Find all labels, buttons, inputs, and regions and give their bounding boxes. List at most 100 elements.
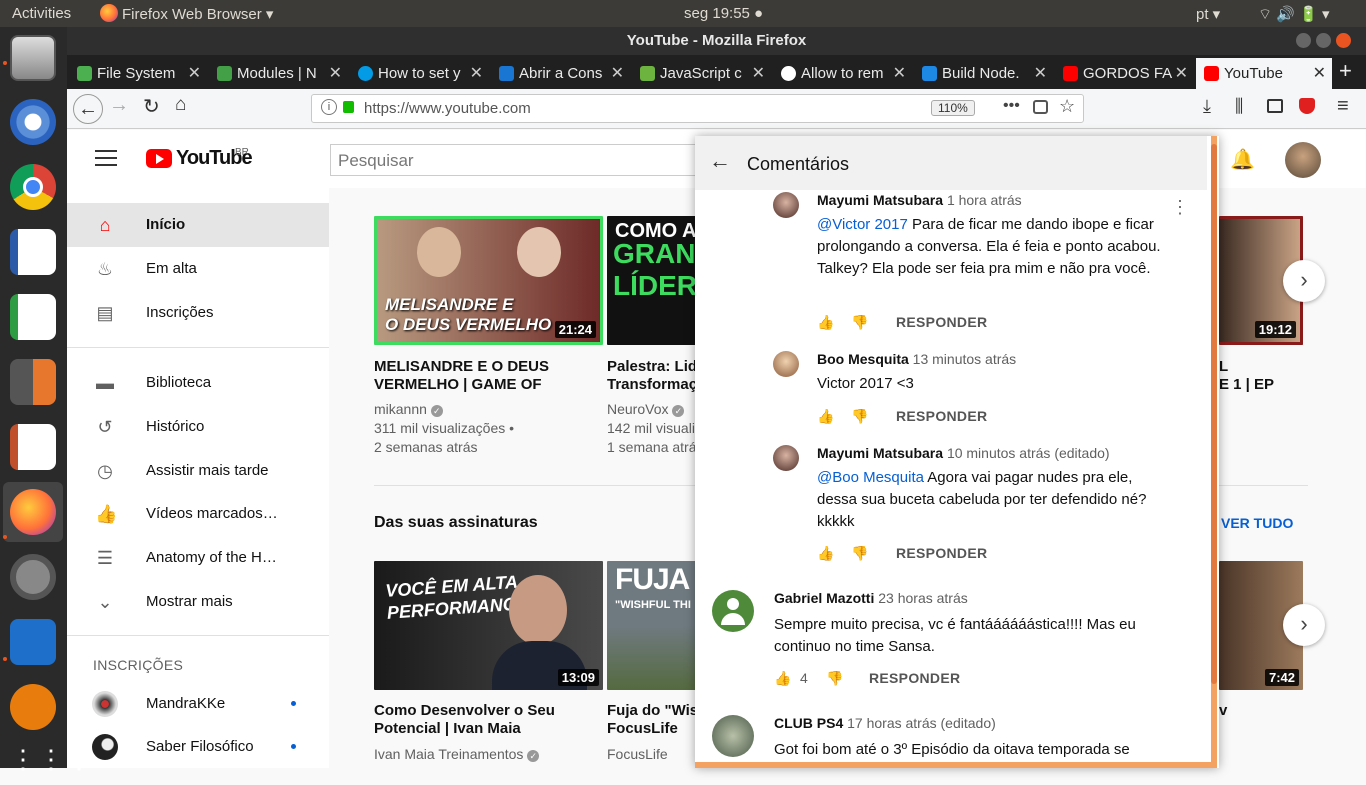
sidebar-item-assistir-mais-tarde[interactable]: ◷ Assistir mais tarde	[67, 449, 329, 493]
video-title[interactable]: LE 1 | EP	[1219, 358, 1303, 394]
maximize-button[interactable]	[1316, 33, 1331, 48]
video-thumbnail[interactable]: MELISANDRE E O DEUS VERMELHO 21:24	[374, 216, 603, 345]
chrome-icon[interactable]	[10, 164, 56, 210]
section-title[interactable]: Das suas assinaturas	[374, 514, 538, 532]
comment-author[interactable]: Mayumi Matsubara	[817, 192, 943, 208]
guide-menu-icon[interactable]	[95, 150, 117, 166]
youtube-logo-icon[interactable]	[146, 149, 172, 168]
close-tab-icon[interactable]: ✕	[752, 58, 765, 89]
zoom-indicator[interactable]: 110%	[931, 100, 975, 116]
downloads-icon[interactable]: ⤓	[1203, 96, 1211, 117]
video-title[interactable]: v	[1219, 702, 1303, 720]
settings-icon[interactable]	[10, 554, 56, 600]
see-all-link[interactable]: VER TUDO	[1221, 515, 1293, 531]
notifications-bell-icon[interactable]: 🔔	[1230, 147, 1255, 172]
sidebar-item-inicio[interactable]: ⌂ Início	[67, 203, 329, 247]
blender-icon[interactable]	[10, 684, 56, 730]
video-title[interactable]: MELISANDRE E O DEUS VERMELHO | GAME OF	[374, 358, 603, 394]
close-tab-icon[interactable]: ✕	[329, 58, 342, 89]
comment-time[interactable]: 17 horas atrás (editado)	[847, 715, 996, 731]
reload-button[interactable]: ↻	[143, 94, 160, 119]
channel-name[interactable]: Ivan Maia Treinamentos	[374, 746, 523, 762]
sidebar-item-videos-marcados[interactable]: 👍 Vídeos marcados…	[67, 492, 329, 536]
avatar[interactable]	[1285, 142, 1321, 178]
tab-gordos[interactable]: GORDOS FA ✕	[1055, 58, 1194, 89]
forward-button[interactable]: →	[109, 94, 129, 117]
reply-button[interactable]: RESPONDER	[896, 408, 987, 424]
video-title[interactable]: Fuja do "WishFocusLife	[607, 702, 697, 738]
sidebar-item-inscricoes[interactable]: ▤ Inscrições	[67, 291, 329, 335]
library-icon[interactable]: ⫼	[1235, 96, 1243, 117]
vscode-icon[interactable]	[10, 619, 56, 665]
reply-button[interactable]: RESPONDER	[896, 545, 987, 561]
files-icon[interactable]	[10, 35, 56, 81]
mention-link[interactable]: @Boo Mesquita	[817, 469, 924, 486]
more-options-icon[interactable]: ⋮	[1171, 198, 1189, 216]
sidebar-item-em-alta[interactable]: ♨ Em alta	[67, 247, 329, 291]
url-text[interactable]: https://www.youtube.com	[364, 100, 531, 117]
system-tray[interactable]: ⌔ 🔊 🔋 ▾	[1258, 5, 1330, 24]
comment-author[interactable]: Boo Mesquita	[817, 351, 909, 367]
tab-allow-to-rem[interactable]: Allow to rem ✕	[773, 58, 912, 89]
pocket-icon[interactable]	[1033, 100, 1048, 114]
url-bar[interactable]: i https://www.youtube.com 110% ••• ☆	[311, 94, 1084, 123]
tab-file-system[interactable]: File System ✕	[69, 58, 207, 89]
calculator-icon[interactable]	[10, 359, 56, 405]
carousel-next-button[interactable]: ›	[1283, 604, 1325, 646]
comment-time[interactable]: 23 horas atrás	[878, 590, 968, 606]
hamburger-menu-icon[interactable]: ≡	[1337, 95, 1349, 118]
new-tab-button[interactable]: +	[1339, 58, 1352, 84]
like-icon[interactable]: 👍	[817, 545, 834, 562]
minimize-button[interactable]	[1296, 33, 1311, 48]
avatar[interactable]	[712, 590, 754, 632]
video-title[interactable]: Como Desenvolver o Seu Potencial | Ivan M…	[374, 702, 603, 738]
tab-how-to-set[interactable]: How to set y ✕	[350, 58, 489, 89]
avatar[interactable]	[773, 192, 799, 218]
dislike-icon[interactable]: 👎	[851, 545, 868, 562]
close-tab-icon[interactable]: ✕	[188, 58, 201, 89]
writer-icon[interactable]	[10, 229, 56, 275]
dislike-icon[interactable]: 👎	[851, 314, 868, 331]
close-tab-icon[interactable]: ✕	[1313, 58, 1326, 89]
close-tab-icon[interactable]: ✕	[1034, 58, 1047, 89]
channel-name[interactable]: FocusLife	[607, 745, 668, 764]
ublock-icon[interactable]	[1299, 98, 1315, 114]
horizontal-scrollbar[interactable]	[695, 762, 1211, 768]
comment-author[interactable]: CLUB PS4	[774, 715, 843, 731]
language-indicator[interactable]: pt ▾	[1196, 5, 1220, 23]
tab-javascript[interactable]: JavaScript c ✕	[632, 58, 771, 89]
like-icon[interactable]: 👍	[817, 408, 834, 425]
app-grid-icon[interactable]: ⋮⋮⋮	[10, 739, 92, 785]
tab-youtube-active[interactable]: YouTube ✕	[1196, 58, 1332, 89]
tab-build-node[interactable]: Build Node. ✕	[914, 58, 1053, 89]
sidebar-toggle-icon[interactable]	[1267, 99, 1283, 113]
avatar[interactable]	[712, 715, 754, 757]
sidebar-item-mostrar-mais[interactable]: ⌄ Mostrar mais	[67, 580, 329, 624]
sidebar-item-anatomy[interactable]: ☰ Anatomy of the H…	[67, 536, 329, 580]
dislike-icon[interactable]: 👎	[851, 408, 868, 425]
like-icon[interactable]: 👍	[817, 314, 834, 331]
home-button[interactable]: ⌂	[175, 94, 186, 116]
sidebar-item-biblioteca[interactable]: ▬ Biblioteca	[67, 361, 329, 405]
close-tab-icon[interactable]: ✕	[611, 58, 624, 89]
impress-icon[interactable]	[10, 424, 56, 470]
tab-modules[interactable]: Modules | N ✕	[209, 58, 348, 89]
sidebar-sub-saber-filosofico[interactable]: Saber Filosófico	[67, 725, 329, 769]
close-tab-icon[interactable]: ✕	[1175, 58, 1188, 89]
search-input[interactable]: Pesquisar	[330, 144, 700, 176]
tab-abrir-a-cons[interactable]: Abrir a Cons ✕	[491, 58, 630, 89]
comment-time[interactable]: 1 hora atrás	[947, 192, 1022, 208]
close-tab-icon[interactable]: ✕	[893, 58, 906, 89]
comment-author[interactable]: Gabriel Mazotti	[774, 590, 874, 606]
bookmark-star-icon[interactable]: ☆	[1059, 96, 1075, 117]
carousel-next-button[interactable]: ›	[1283, 260, 1325, 302]
clock[interactable]: seg 19:55 ●	[684, 5, 763, 22]
video-thumbnail[interactable]: VOCÊ EM ALTA PERFORMANCE 13:09	[374, 561, 603, 690]
app-menu[interactable]: Firefox Web Browser ▾	[122, 5, 273, 23]
back-button[interactable]: ←	[73, 94, 103, 124]
channel-name[interactable]: NeuroVox	[607, 401, 668, 417]
back-arrow-icon[interactable]: ←	[709, 150, 731, 172]
info-icon[interactable]: i	[321, 99, 337, 115]
dislike-icon[interactable]: 👎	[826, 670, 843, 687]
reply-button[interactable]: RESPONDER	[869, 670, 960, 686]
